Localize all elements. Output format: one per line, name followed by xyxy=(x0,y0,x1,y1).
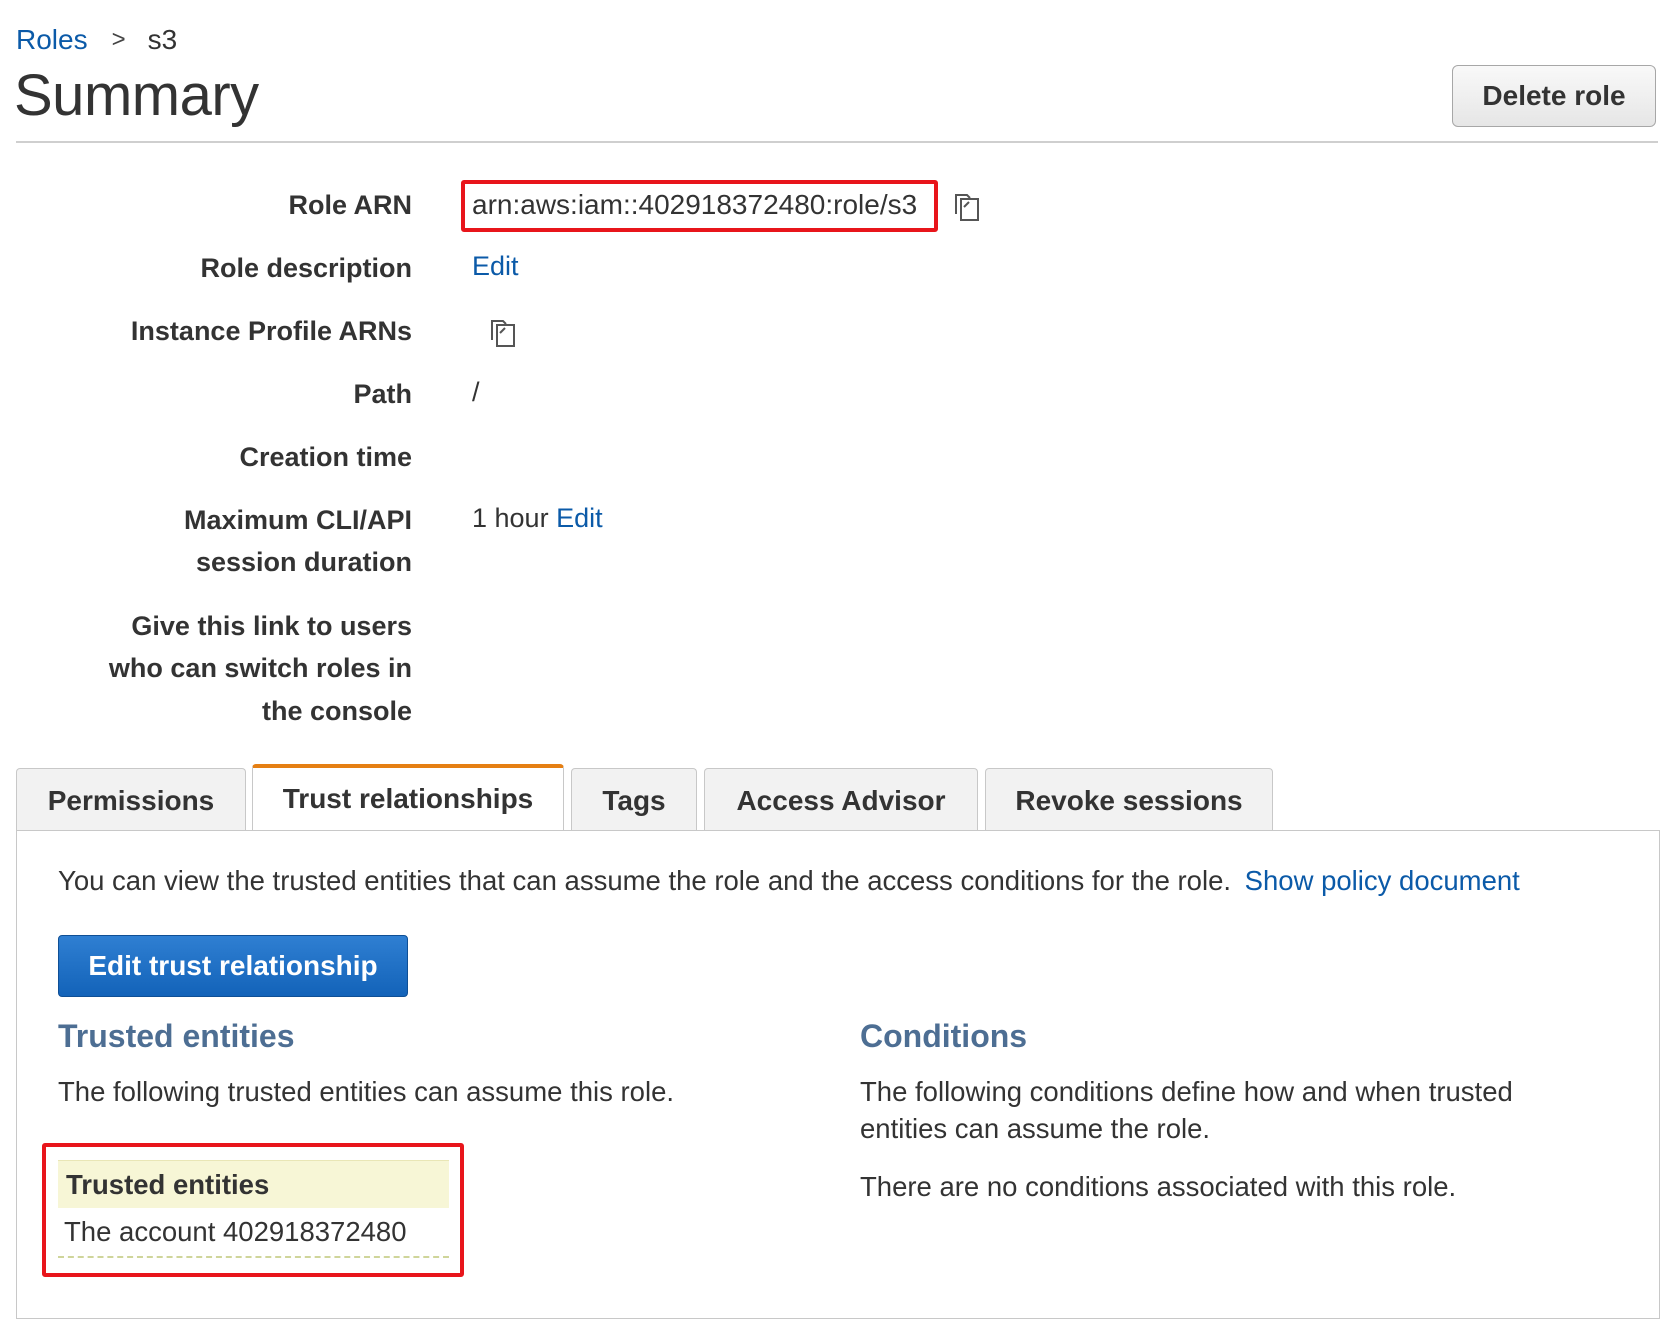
conditions-description-line2: entities can assume the role. xyxy=(860,1113,1211,1144)
copy-icon[interactable] xyxy=(950,190,984,224)
breadcrumb-roles-link[interactable]: Roles xyxy=(16,24,88,56)
switch-link-label-line3: the console xyxy=(261,696,412,726)
max-session-duration: 1 hour xyxy=(472,503,549,533)
tab-access-advisor[interactable]: Access Advisor xyxy=(704,768,978,832)
switch-link-label-line1: Give this link to users xyxy=(131,611,412,641)
role-description-label: Role description xyxy=(200,253,412,283)
breadcrumb-current: s3 xyxy=(147,24,178,55)
trusted-entities-table-header: Trusted entities xyxy=(58,1160,449,1208)
copy-icon[interactable] xyxy=(486,316,520,350)
title-divider xyxy=(16,141,1658,143)
trust-intro-text: You can view the trusted entities that c… xyxy=(58,865,1232,896)
page-title: Summary xyxy=(14,63,259,128)
no-conditions-text: There are no conditions associated with … xyxy=(860,1171,1457,1202)
max-session-label-line1: Maximum CLI/API xyxy=(183,505,412,535)
tab-revoke-sessions[interactable]: Revoke sessions xyxy=(985,768,1273,832)
trust-intro: You can view the trusted entities that c… xyxy=(58,861,1520,901)
switch-link-label-line2: who can switch roles in xyxy=(108,653,412,683)
role-arn-label: Role ARN xyxy=(288,190,412,220)
conditions-heading: Conditions xyxy=(860,1018,1028,1054)
tab-permissions[interactable]: Permissions xyxy=(16,768,246,832)
max-session-value: 1 hour Edit xyxy=(472,497,603,539)
tab-trust-relationships[interactable]: Trust relationships xyxy=(252,764,564,830)
edit-trust-relationship-button[interactable]: Edit trust relationship xyxy=(58,935,408,997)
max-session-edit-link[interactable]: Edit xyxy=(556,503,603,533)
delete-role-button[interactable]: Delete role xyxy=(1452,65,1656,127)
conditions-description-line1: The following conditions define how and … xyxy=(860,1076,1513,1107)
tab-tags[interactable]: Tags xyxy=(571,768,697,832)
role-description-edit-link[interactable]: Edit xyxy=(472,245,519,287)
trusted-entities-description: The following trusted entities can assum… xyxy=(58,1076,674,1107)
path-value: / xyxy=(472,377,480,407)
trusted-entities-table: Trusted entities The account 40291837248… xyxy=(58,1160,449,1258)
trusted-entities-heading: Trusted entities xyxy=(58,1018,295,1054)
max-session-label-line2: session duration xyxy=(195,547,412,577)
chevron-right-icon: > xyxy=(111,26,126,53)
table-row: The account 402918372480 xyxy=(58,1208,449,1258)
role-arn-value: arn:aws:iam::402918372480:role/s3 xyxy=(472,189,918,220)
creation-time-label: Creation time xyxy=(239,442,412,472)
path-label: Path xyxy=(353,379,412,409)
breadcrumb: Roles > s3 xyxy=(16,24,177,56)
show-policy-document-link[interactable]: Show policy document xyxy=(1245,865,1520,896)
instance-profile-arns-label: Instance Profile ARNs xyxy=(130,316,412,346)
